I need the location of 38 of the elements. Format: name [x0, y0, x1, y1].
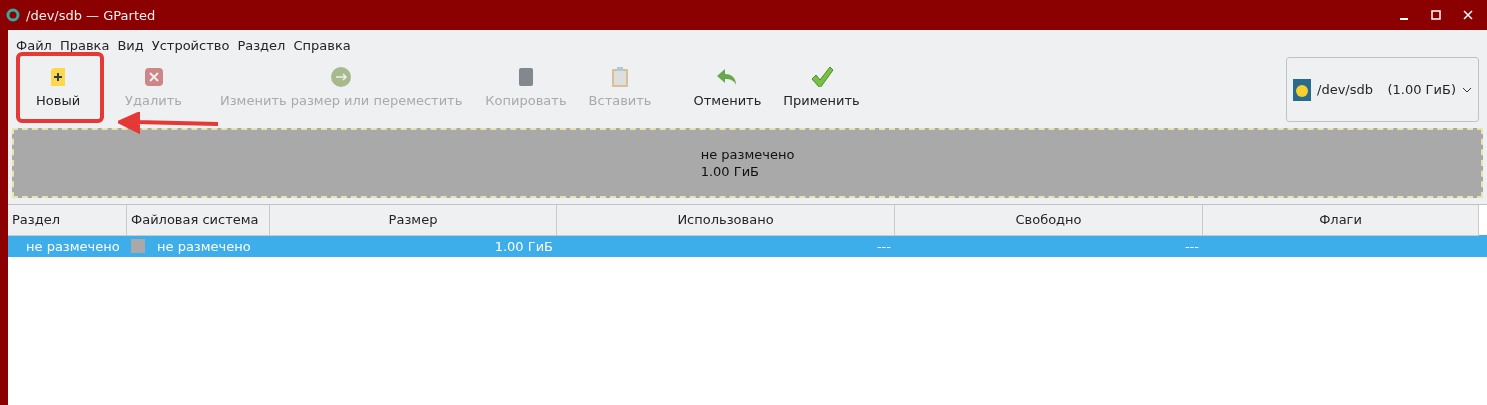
- app-logo-icon: [6, 8, 20, 22]
- close-icon: [1463, 10, 1473, 20]
- new-file-icon: [49, 67, 68, 87]
- resize-icon: [330, 66, 353, 87]
- partition-block[interactable]: не размечено 1.00 ГиБ: [12, 128, 1483, 198]
- column-header[interactable]: Размер: [270, 204, 557, 236]
- menu-item[interactable]: Правка: [55, 37, 114, 53]
- filesystem-swatch: [131, 239, 145, 253]
- column-header[interactable]: Использовано: [557, 204, 895, 236]
- menu-item[interactable]: Справка: [289, 37, 355, 53]
- table-cell: не размечено: [157, 238, 251, 254]
- menu-item[interactable]: Вид: [113, 37, 148, 53]
- window-title: /dev/sdb — GParted: [26, 7, 157, 23]
- clipboard-icon: [611, 66, 630, 87]
- copy-icon: [517, 67, 534, 87]
- toolbar-button[interactable]: Новый: [28, 56, 89, 112]
- toolbar-button[interactable]: Отменить: [685, 56, 770, 112]
- partition-label: не размечено 1.00 ГиБ: [700, 146, 795, 180]
- table-cell: не размечено: [26, 238, 120, 254]
- column-header[interactable]: Свободно: [895, 204, 1203, 236]
- column-header[interactable]: Раздел: [8, 204, 127, 236]
- menu-item[interactable]: Устройство: [147, 37, 234, 53]
- maximize-icon: [1431, 10, 1441, 20]
- menu-item[interactable]: Файл: [12, 37, 56, 53]
- undo-arrow-icon: [716, 67, 739, 87]
- chevron-down-icon: [1462, 86, 1472, 93]
- device-size: (1.00 ГиБ): [1387, 82, 1456, 97]
- minimize-icon: [1400, 18, 1408, 20]
- toolbar-button[interactable]: Применить: [775, 56, 868, 112]
- table-cell: 1.00 ГиБ: [494, 238, 553, 254]
- table-cell: ---: [1184, 238, 1199, 254]
- device-selector[interactable]: /dev/sdb (1.00 ГиБ): [1286, 57, 1479, 122]
- menu-item[interactable]: Раздел: [233, 37, 290, 53]
- column-header[interactable]: Файловая система: [127, 204, 270, 236]
- delete-icon: [143, 67, 164, 87]
- column-header[interactable]: Флаги: [1203, 204, 1479, 236]
- checkmark-icon: [809, 66, 834, 87]
- table-cell: ---: [876, 238, 891, 254]
